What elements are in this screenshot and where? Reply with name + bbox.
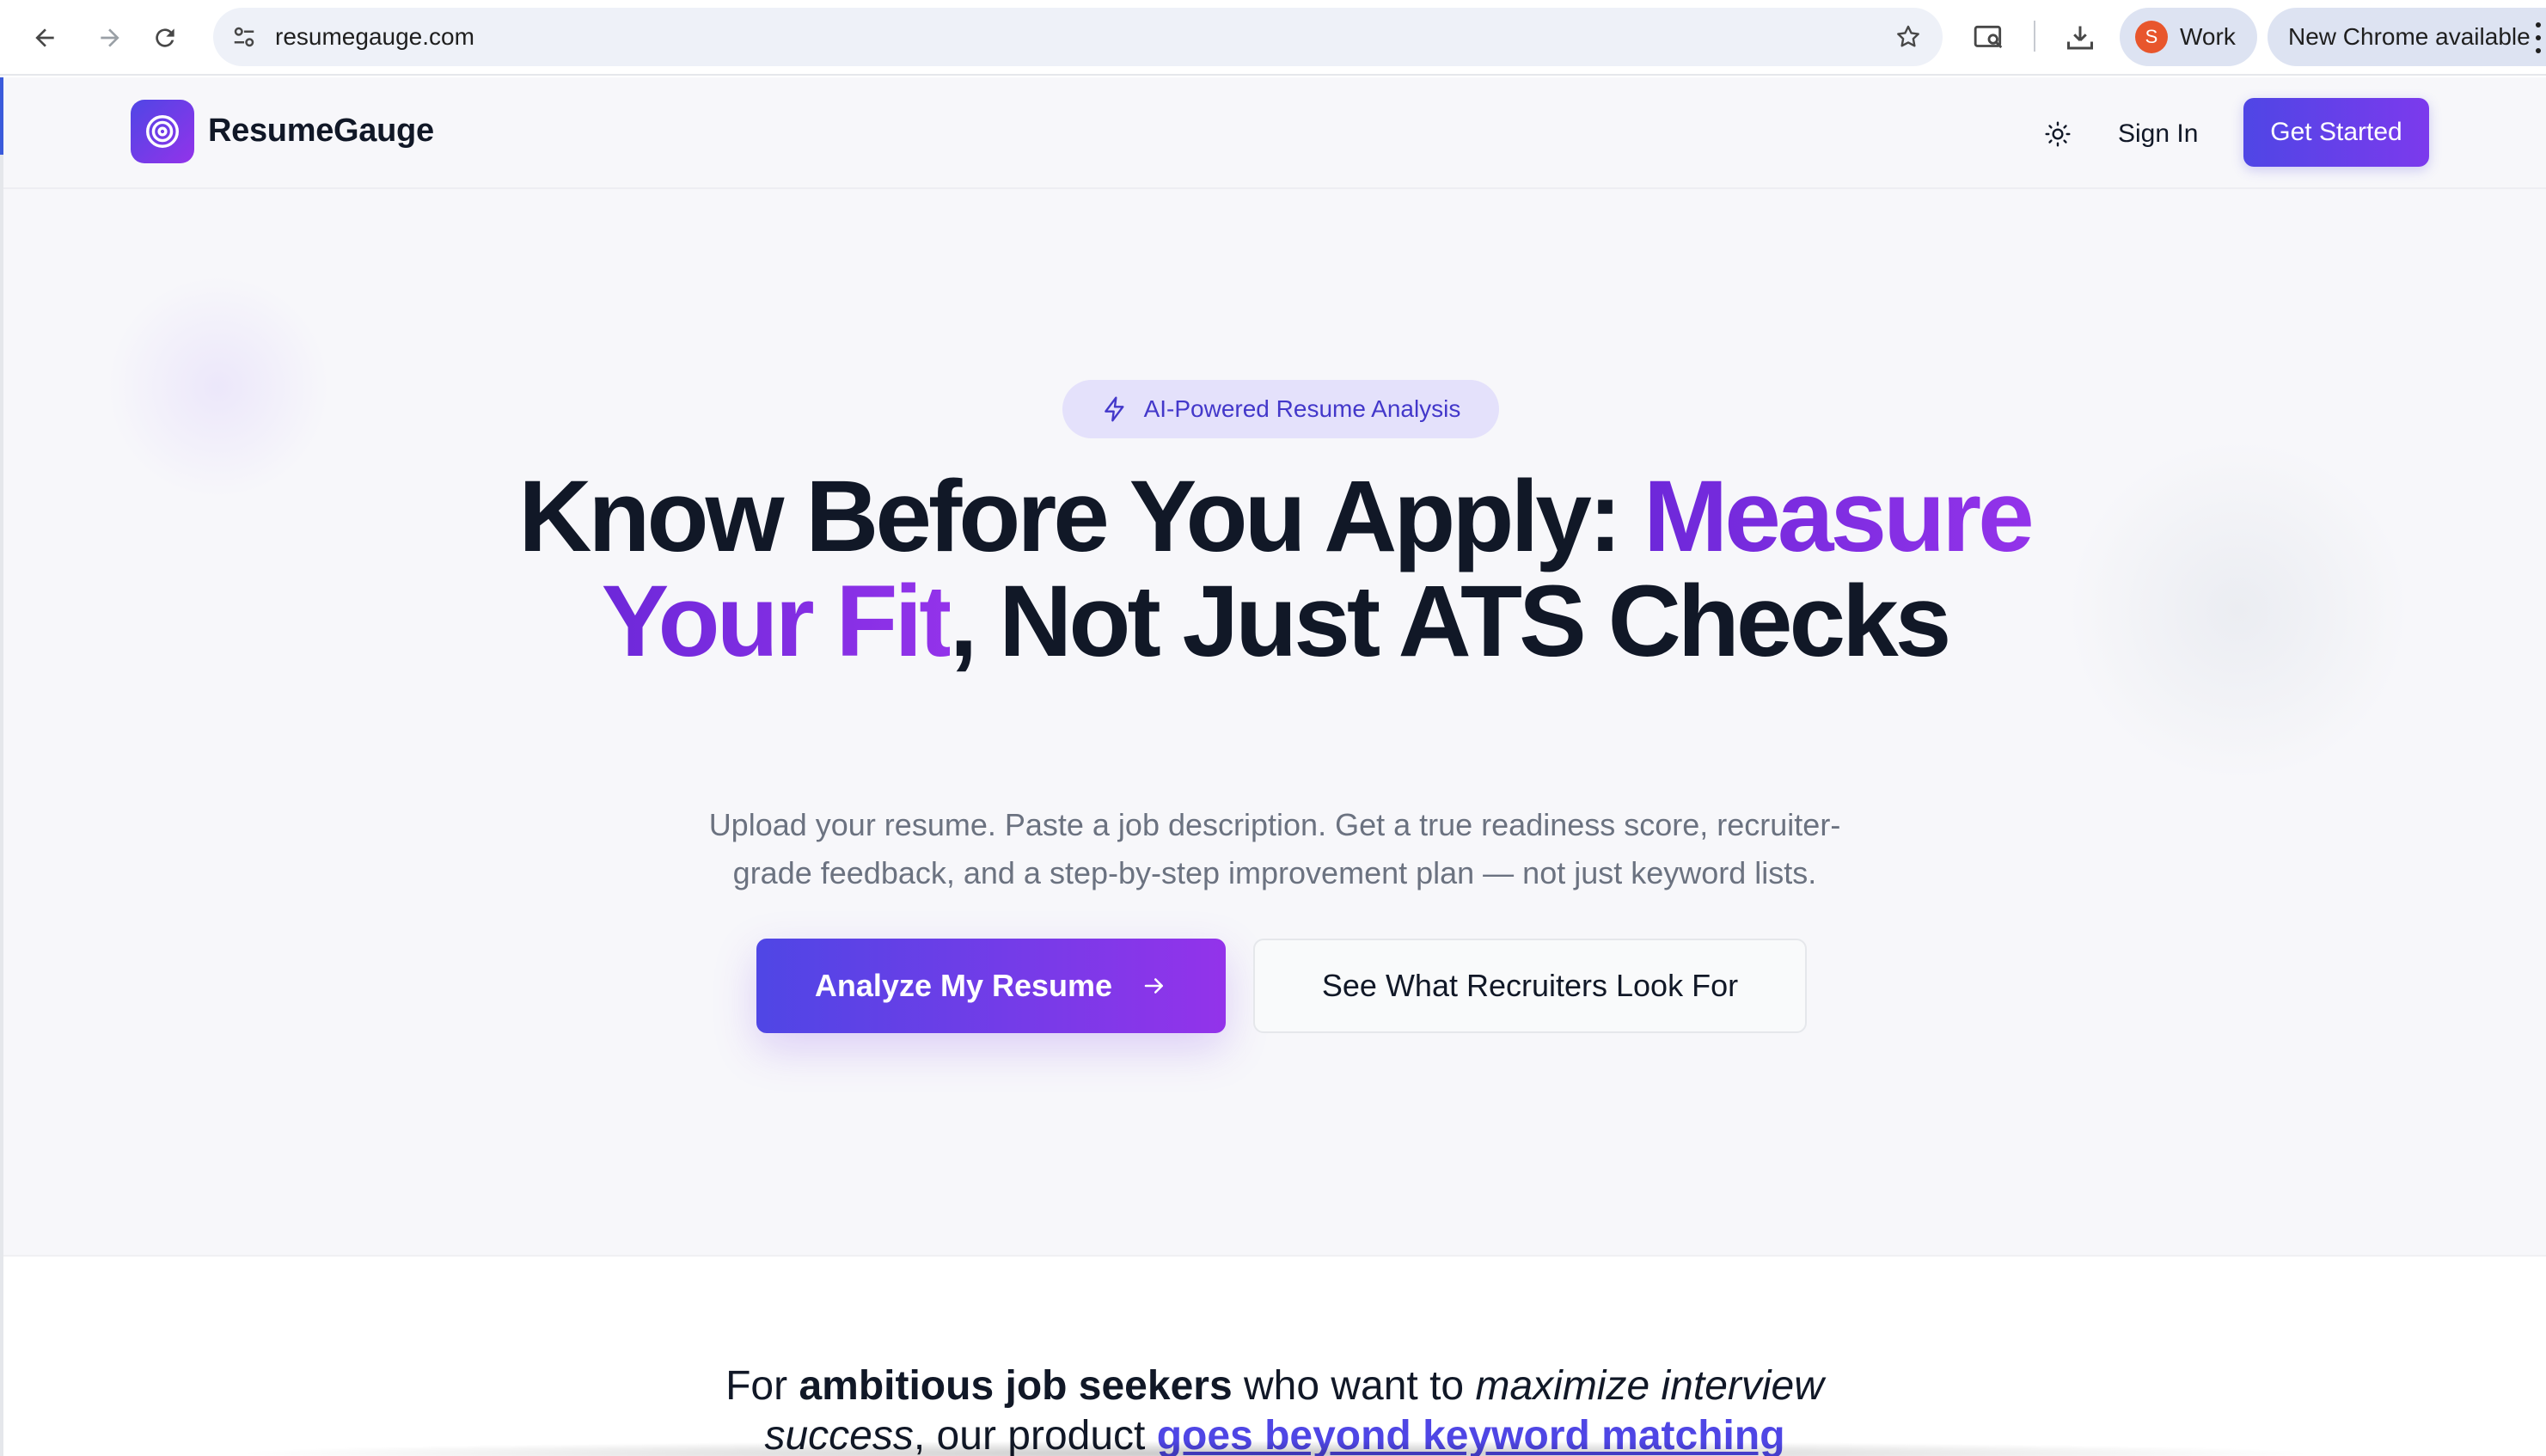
sign-in-link[interactable]: Sign In	[2118, 103, 2198, 165]
headline-part: , Not Just ATS Checks	[949, 565, 1952, 678]
sun-icon	[2045, 121, 2071, 147]
more-menu-icon[interactable]	[2534, 22, 2543, 53]
hero-badge: AI-Powered Resume Analysis	[1062, 380, 1499, 438]
back-button[interactable]	[22, 15, 67, 60]
toolbar-divider	[2034, 21, 2035, 52]
url-text[interactable]: resumegauge.com	[275, 8, 474, 66]
profile-name: Work	[2180, 23, 2236, 50]
logo[interactable]	[131, 100, 194, 163]
chrome-update-button[interactable]: New Chrome available	[2268, 8, 2546, 66]
hero-headline: Know Before You Apply: Measure Your Fit, …	[3, 464, 2546, 674]
lightning-icon	[1104, 396, 1124, 422]
headline-part: Know Before You Apply:	[518, 460, 1643, 573]
profile-button[interactable]: S Work	[2120, 8, 2257, 66]
analyze-resume-button[interactable]: Analyze My Resume	[756, 939, 1226, 1033]
site-header: ResumeGauge Sign In Get Started	[3, 77, 2546, 189]
headline-highlight: Measure	[1643, 460, 2035, 573]
web-page: ResumeGauge Sign In Get Started AI-Power…	[3, 77, 2546, 1456]
forward-arrow-icon	[101, 28, 119, 47]
download-icon	[2067, 26, 2093, 50]
headline-highlight: Your Fit	[601, 565, 953, 678]
target-icon	[146, 115, 179, 148]
tagline-text: who want to	[1232, 1363, 1476, 1409]
hero-subtext: Upload your resume. Paste a job descript…	[708, 807, 1841, 890]
theme-toggle-button[interactable]	[2034, 110, 2082, 158]
back-arrow-icon	[35, 28, 54, 47]
reload-icon	[156, 28, 174, 47]
update-label: New Chrome available	[2288, 23, 2531, 50]
tab-search-button[interactable]	[1970, 19, 2008, 57]
site-settings-icon[interactable]	[229, 21, 260, 52]
get-started-button[interactable]: Get Started	[2243, 98, 2429, 167]
downloads-button[interactable]	[2061, 19, 2099, 57]
address-bar[interactable]: resumegauge.com	[213, 8, 1943, 66]
badge-label: AI-Powered Resume Analysis	[1143, 395, 1461, 422]
browser-toolbar: resumegauge.com S Work New Chrome availa…	[0, 0, 2546, 76]
tab-search-icon	[1974, 25, 2003, 49]
bookmark-star-icon[interactable]	[1893, 21, 1924, 52]
tagline-emphasis: ambitious job seekers	[799, 1363, 1233, 1409]
cta-primary-label: Analyze My Resume	[814, 968, 1113, 1003]
tagline-text: For	[725, 1363, 799, 1409]
forward-button[interactable]	[88, 15, 132, 60]
arrow-right-icon	[1144, 978, 1164, 994]
reload-button[interactable]	[143, 15, 187, 60]
avatar: S	[2135, 21, 2168, 53]
brand-name[interactable]: ResumeGauge	[208, 105, 434, 156]
recruiters-look-for-button[interactable]: See What Recruiters Look For	[1253, 939, 1807, 1033]
